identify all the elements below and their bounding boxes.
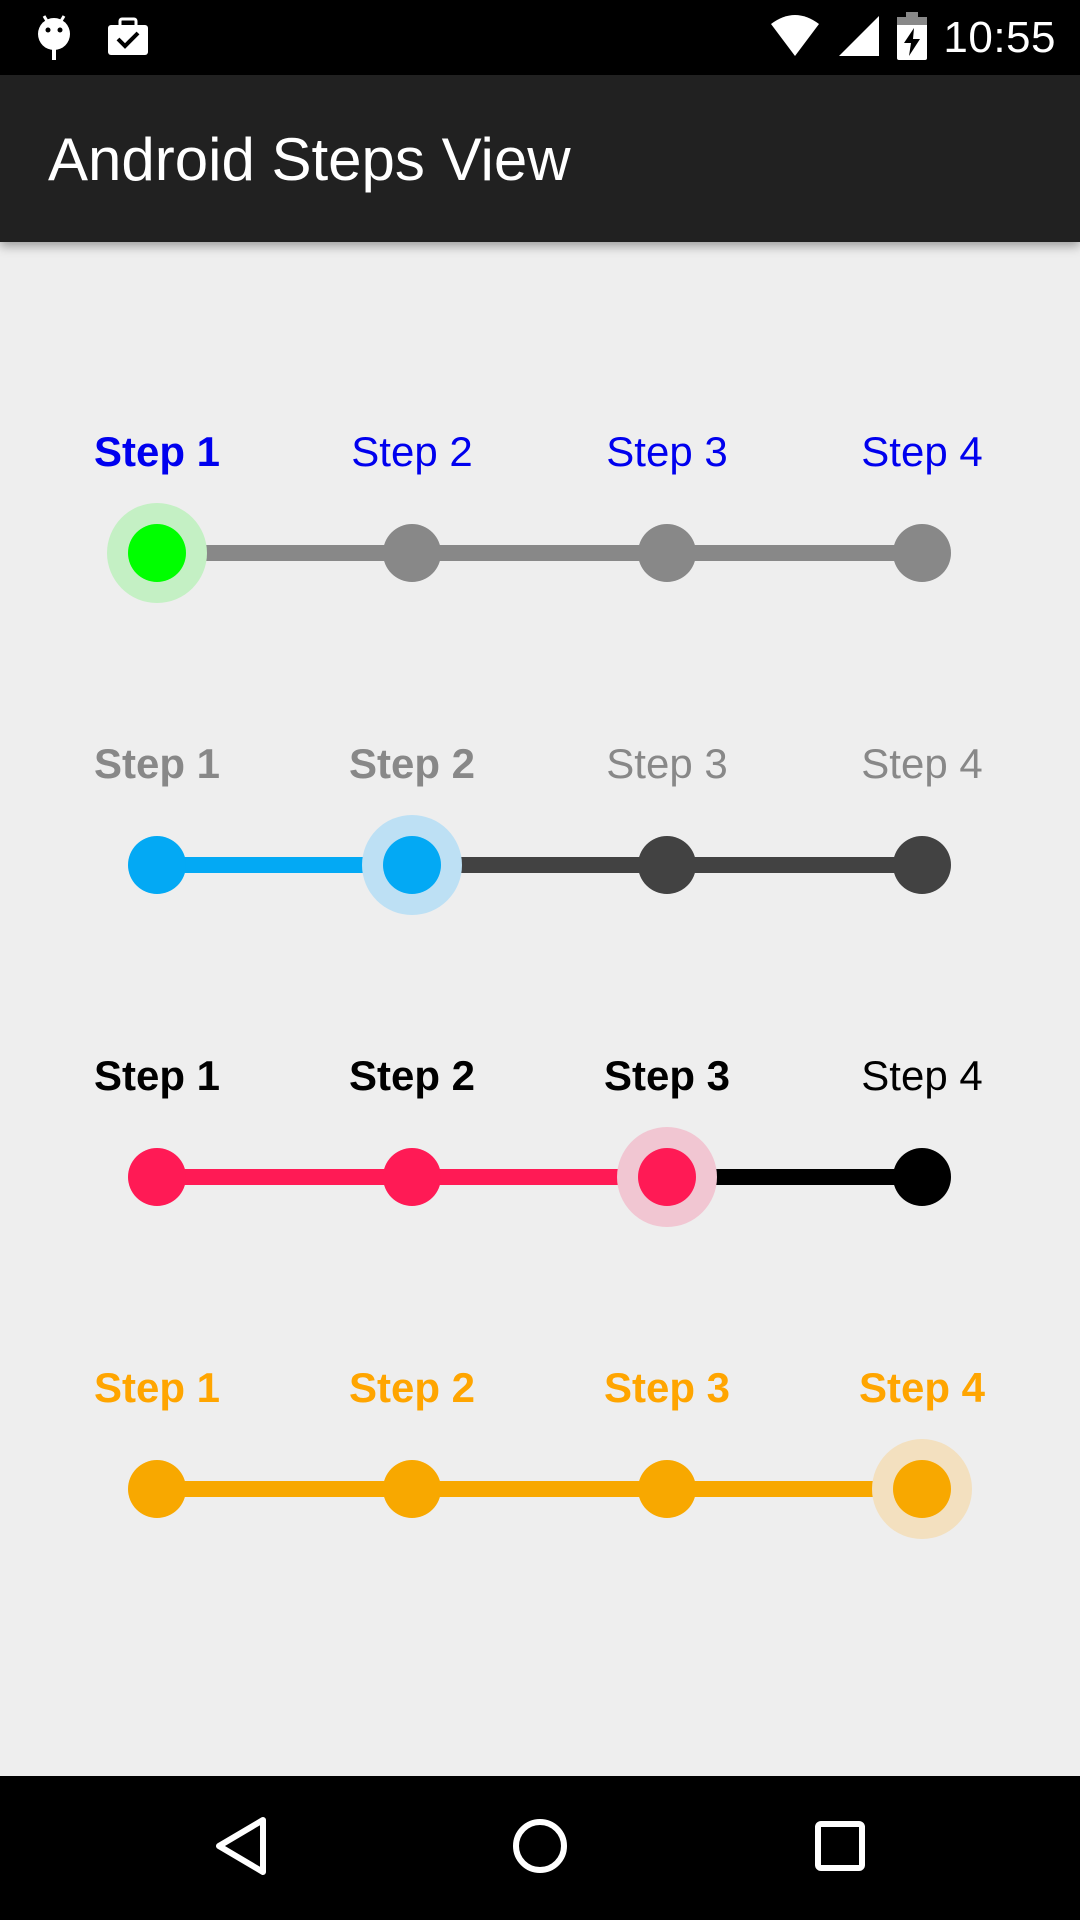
clipboard-check-icon bbox=[106, 17, 150, 61]
step-label: Step 3 bbox=[603, 1364, 731, 1411]
steps-content: Step 1 Step 2 Step 3 Step 4 Step 1 Step 2 Ste… bbox=[0, 242, 1080, 1776]
step-dot[interactable] bbox=[128, 836, 186, 894]
track-completed bbox=[157, 1481, 922, 1497]
step-dot[interactable] bbox=[383, 1460, 441, 1518]
step-label: Step 2 bbox=[348, 1052, 476, 1099]
home-button[interactable] bbox=[504, 1812, 576, 1884]
android-debug-icon bbox=[36, 14, 72, 64]
step-label: Step 3 bbox=[606, 428, 728, 475]
signal-icon bbox=[837, 14, 881, 62]
current-step-dot[interactable] bbox=[128, 524, 186, 582]
step-dot[interactable] bbox=[128, 1460, 186, 1518]
step-label: Step 2 bbox=[351, 428, 473, 475]
step-label: Step 1 bbox=[93, 740, 221, 787]
step-dot[interactable] bbox=[893, 836, 951, 894]
app-title: Android Steps View bbox=[48, 126, 571, 193]
step-dot[interactable] bbox=[638, 836, 696, 894]
battery-charging-icon bbox=[897, 12, 928, 64]
step-label: Step 3 bbox=[606, 740, 728, 787]
navigation-bar bbox=[0, 1776, 1080, 1920]
step-dot[interactable] bbox=[638, 524, 696, 582]
current-step-dot[interactable] bbox=[893, 1460, 951, 1518]
stepper-4[interactable]: Step 1 Step 2 Step 3 Step 4 bbox=[0, 1318, 1080, 1539]
current-step-dot[interactable] bbox=[383, 836, 441, 894]
track-remaining bbox=[157, 545, 922, 561]
step-dot[interactable] bbox=[383, 1148, 441, 1206]
stepper-3[interactable]: Step 1 Step 2 Step 3 Step 4 bbox=[0, 1006, 1080, 1227]
app-bar: Android Steps View bbox=[0, 75, 1080, 242]
step-label: Step 1 bbox=[93, 1052, 221, 1099]
step-dot[interactable] bbox=[128, 1148, 186, 1206]
step-dot[interactable] bbox=[893, 524, 951, 582]
step-label: Step 4 bbox=[861, 1052, 983, 1099]
step-label: Step 1 bbox=[93, 1364, 221, 1411]
step-dot[interactable] bbox=[638, 1460, 696, 1518]
stepper-1[interactable]: Step 1 Step 2 Step 3 Step 4 bbox=[0, 382, 1080, 603]
status-time: 10:55 bbox=[943, 13, 1056, 62]
step-label: Step 4 bbox=[861, 428, 983, 475]
step-label: Step 1 bbox=[93, 428, 221, 475]
status-bar: 10:55 bbox=[0, 0, 1080, 75]
back-icon bbox=[211, 1814, 271, 1882]
stepper-2[interactable]: Step 1 Step 2 Step 3 Step 4 bbox=[0, 694, 1080, 915]
current-step-dot[interactable] bbox=[638, 1148, 696, 1206]
step-label: Step 4 bbox=[861, 740, 983, 787]
step-dot[interactable] bbox=[893, 1148, 951, 1206]
back-button[interactable] bbox=[205, 1812, 277, 1884]
step-label: Step 2 bbox=[348, 740, 476, 787]
step-label: Step 3 bbox=[603, 1052, 731, 1099]
recents-icon bbox=[812, 1818, 868, 1878]
step-label: Step 4 bbox=[858, 1364, 986, 1411]
step-dot[interactable] bbox=[383, 524, 441, 582]
wifi-icon bbox=[769, 14, 821, 62]
home-icon bbox=[510, 1816, 570, 1880]
recents-button[interactable] bbox=[804, 1812, 876, 1884]
step-label: Step 2 bbox=[348, 1364, 476, 1411]
